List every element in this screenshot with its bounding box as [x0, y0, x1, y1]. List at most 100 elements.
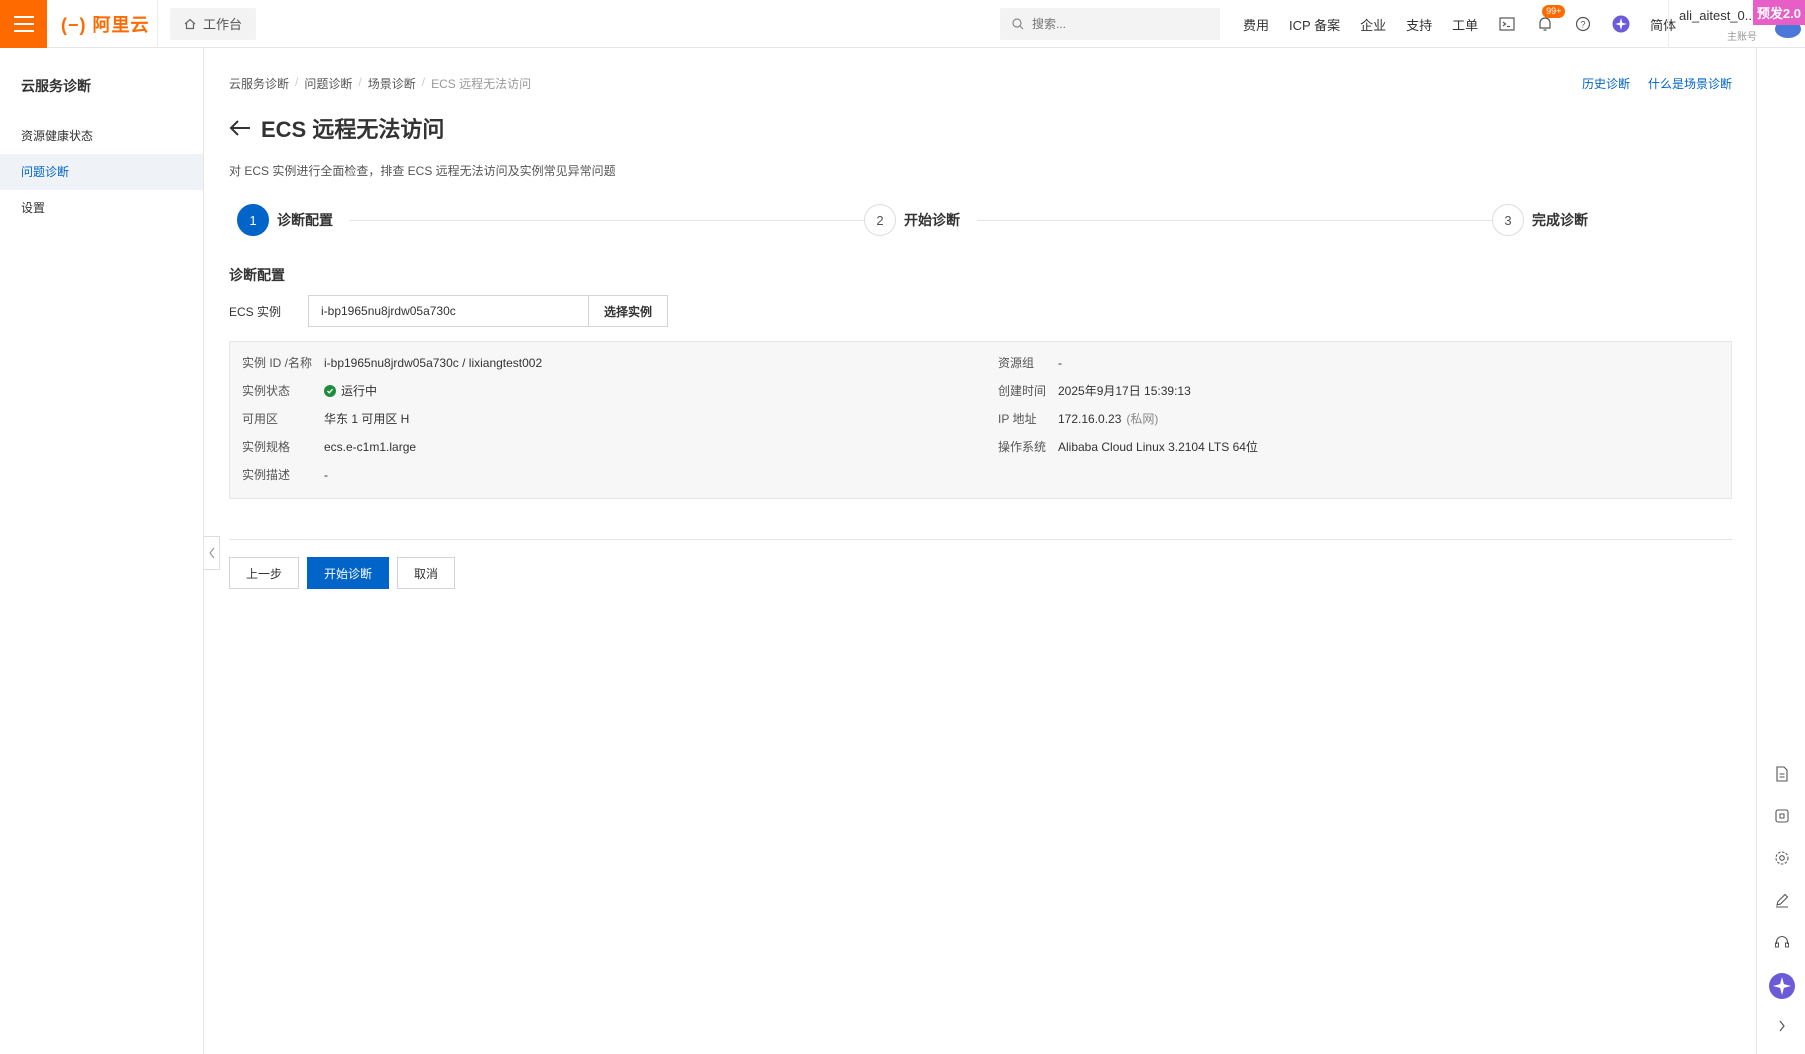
terminal-icon[interactable] [1498, 15, 1516, 33]
sidebar-item-problem-diagnosis[interactable]: 问题诊断 [0, 154, 203, 190]
sidebar-title: 云服务诊断 [21, 78, 91, 94]
info-key: 操作系统 [998, 440, 1047, 454]
svg-text:?: ? [1581, 20, 1586, 30]
info-value: i-bp1965nu8jrdw05a730c / lixiangtest002 [324, 355, 543, 370]
chevron-right-icon[interactable] [1772, 1016, 1792, 1036]
info-resource-group: 资源组 - [998, 354, 1062, 371]
notification-bell-icon[interactable]: 99+ [1536, 5, 1566, 33]
sidebar-item-resource-health[interactable]: 资源健康状态 [0, 118, 203, 154]
page-description: 对 ECS 实例进行全面检查，排查 ECS 远程无法访问及实例常见异常问题 [229, 164, 616, 178]
info-zone: 可用区 华东 1 可用区 H [242, 410, 409, 427]
page-title-text: ECS 远程无法访问 [261, 117, 445, 142]
instance-info-panel: 实例 ID /名称 i-bp1965nu8jrdw05a730c / lixia… [229, 341, 1732, 499]
info-key: 实例规格 [242, 440, 291, 454]
edit-icon[interactable] [1772, 890, 1792, 910]
info-value: 华东 1 可用区 H [324, 412, 410, 426]
headset-icon[interactable] [1772, 932, 1792, 952]
divider [229, 539, 1732, 540]
logo-bracket-icon: (−) [61, 14, 87, 35]
running-check-icon [324, 384, 336, 397]
hamburger-menu-icon[interactable] [0, 0, 47, 48]
breadcrumb-item[interactable]: 云服务诊断 [229, 75, 289, 92]
nav-link-support[interactable]: 支持 [1406, 15, 1432, 34]
home-icon [184, 18, 196, 29]
search-icon [1012, 18, 1024, 30]
aliyun-logo[interactable]: (−) 阿里云 [47, 0, 158, 48]
step-number: 2 [864, 204, 896, 236]
info-key: 实例状态 [242, 384, 291, 398]
info-value: Alibaba Cloud Linux 3.2104 LTS 64位 [1058, 440, 1258, 454]
sidebar-collapse-handle[interactable] [204, 536, 220, 570]
top-navigation-bar: (−) 阿里云 工作台 费用 ICP 备案 企业 支持 工单 99+ ? 简体 … [0, 0, 1805, 48]
info-spec: 实例规格 ecs.e-c1m1.large [242, 438, 416, 455]
prev-step-button[interactable]: 上一步 [229, 557, 300, 589]
workbench-button[interactable]: 工作台 [170, 7, 257, 40]
sidebar: 云服务诊断 资源健康状态 问题诊断 设置 [0, 48, 204, 1054]
search-box[interactable] [1000, 8, 1220, 40]
info-ip-address: IP 地址 172.16.0.23 (私网) [998, 410, 1158, 427]
user-role: 主账号 [1727, 32, 1757, 43]
sidebar-item-settings[interactable]: 设置 [0, 190, 203, 226]
notification-badge: 99+ [1542, 5, 1566, 18]
top-nav-links: 费用 ICP 备案 企业 支持 工单 99+ ? 简体 [1243, 0, 1676, 48]
step-label: 开始诊断 [904, 212, 960, 228]
ai-assistant-rail-icon[interactable] [1768, 972, 1796, 1000]
info-key: IP 地址 [998, 412, 1037, 426]
info-value: - [1058, 355, 1062, 370]
step-connector [977, 220, 1492, 221]
nav-link-enterprise[interactable]: 企业 [1360, 15, 1386, 34]
step-1: 1 诊断配置 [237, 204, 333, 236]
ecs-instance-label: ECS 实例 [229, 304, 282, 319]
nav-link-fees[interactable]: 费用 [1243, 15, 1269, 34]
help-icon[interactable]: ? [1574, 15, 1592, 33]
what-is-scenario-link[interactable]: 什么是场景诊断 [1648, 75, 1732, 92]
env-tag: 预发2.0 [1752, 0, 1805, 25]
info-key: 可用区 [242, 412, 279, 426]
logo-text: 阿里云 [92, 14, 150, 35]
user-account-area[interactable]: ali_aitest_0... 主账号 预发2.0 [1668, 0, 1805, 48]
page-title: ECS 远程无法访问 [229, 112, 444, 144]
gear-icon[interactable] [1772, 848, 1792, 868]
breadcrumb-current: ECS 远程无法访问 [431, 77, 532, 91]
info-instance-status: 实例状态 运行中 [242, 382, 377, 399]
search-input[interactable] [1032, 17, 1202, 31]
breadcrumb-item[interactable]: 场景诊断 [368, 75, 416, 92]
back-arrow-icon[interactable] [229, 119, 251, 137]
info-key: 实例 ID /名称 [242, 356, 313, 370]
api-icon[interactable] [1772, 806, 1792, 826]
history-diagnosis-link[interactable]: 历史诊断 [1582, 75, 1630, 92]
step-2: 2 开始诊断 [864, 204, 960, 236]
workbench-label: 工作台 [203, 17, 243, 32]
step-connector [349, 220, 864, 221]
info-description: 实例描述 - [242, 466, 328, 483]
info-os: 操作系统 Alibaba Cloud Linux 3.2104 LTS 64位 [998, 438, 1258, 455]
action-bar: 上一步 开始诊断 取消 [229, 557, 456, 589]
step-label: 诊断配置 [277, 212, 333, 228]
info-value: 运行中 [341, 384, 378, 398]
step-number: 1 [237, 204, 269, 236]
start-diagnosis-button[interactable]: 开始诊断 [307, 557, 390, 589]
section-title: 诊断配置 [229, 267, 285, 283]
info-value: - [324, 467, 328, 482]
info-key: 实例描述 [242, 468, 291, 482]
step-3: 3 完成诊断 [1492, 204, 1588, 236]
top-right-links: 历史诊断 什么是场景诊断 [1582, 75, 1732, 92]
info-value: 2025年9月17日 15:39:13 [1058, 384, 1191, 398]
breadcrumb: 云服务诊断 / 问题诊断 / 场景诊断 / ECS 远程无法访问 [229, 75, 532, 92]
nav-link-ticket[interactable]: 工单 [1452, 15, 1478, 34]
ecs-instance-row: ECS 实例 选择实例 [229, 295, 669, 327]
select-instance-button[interactable]: 选择实例 [588, 295, 669, 327]
step-label: 完成诊断 [1532, 212, 1588, 228]
document-icon[interactable] [1772, 764, 1792, 784]
breadcrumb-item[interactable]: 问题诊断 [304, 75, 352, 92]
info-value: ecs.e-c1m1.large [324, 439, 417, 454]
cancel-button[interactable]: 取消 [397, 557, 456, 589]
nav-link-icp[interactable]: ICP 备案 [1289, 15, 1340, 34]
info-instance-id: 实例 ID /名称 i-bp1965nu8jrdw05a730c / lixia… [242, 354, 542, 371]
ai-assistant-icon[interactable] [1612, 15, 1630, 33]
info-created-time: 创建时间 2025年9月17日 15:39:13 [998, 382, 1191, 399]
ecs-instance-input[interactable] [308, 295, 588, 327]
chevron-left-icon [208, 547, 214, 559]
info-key: 创建时间 [998, 384, 1047, 398]
right-tool-rail [1756, 48, 1805, 1054]
